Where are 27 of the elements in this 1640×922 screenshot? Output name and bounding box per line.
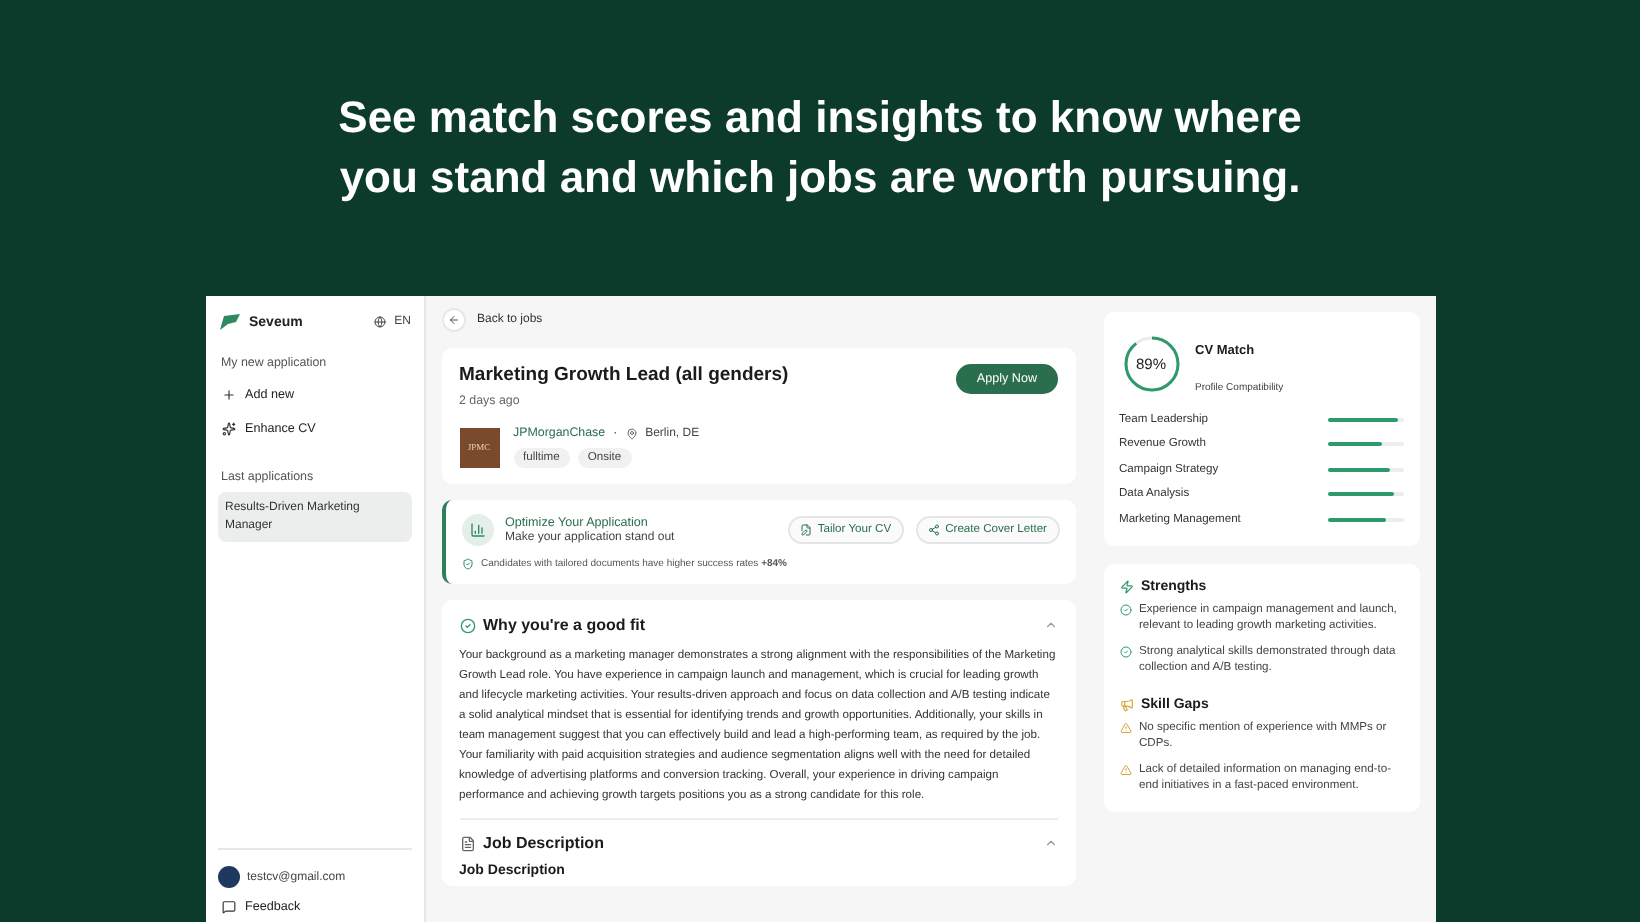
- warning-icon: [1119, 721, 1131, 733]
- match-ring: [1119, 332, 1183, 396]
- check-circle-icon: [1119, 603, 1131, 615]
- logo-icon: [217, 312, 241, 332]
- plus-icon: [221, 388, 235, 402]
- check-circle-icon: [1119, 645, 1131, 657]
- back-arrow-icon: [447, 314, 459, 326]
- share-icon: [927, 524, 940, 536]
- megaphone-icon: [1119, 697, 1133, 711]
- sparkle-icon: [221, 422, 235, 436]
- section-heading: Why you're a good fit: [483, 616, 648, 634]
- shield-check-icon: [461, 558, 473, 570]
- chart-icon: [461, 514, 493, 546]
- avatar: [217, 866, 239, 888]
- check-circle-icon: [459, 617, 475, 633]
- document-icon: [459, 835, 475, 851]
- collapse-icon[interactable]: [1043, 618, 1057, 632]
- globe-icon: [374, 316, 387, 328]
- location-pin-icon: [625, 427, 638, 439]
- chat-icon: [221, 900, 235, 914]
- collapse-icon[interactable]: [1043, 836, 1057, 850]
- job-title: Marketing Growth Lead (all genders): [459, 364, 791, 386]
- lightning-icon: [1119, 579, 1133, 593]
- pen-file-icon: [799, 524, 812, 536]
- headline: See match scores and insights to know where you stand and which jobs are worth pursuing.: [336, 90, 1304, 206]
- section-heading: Job Description: [483, 834, 606, 852]
- warning-icon: [1119, 763, 1131, 775]
